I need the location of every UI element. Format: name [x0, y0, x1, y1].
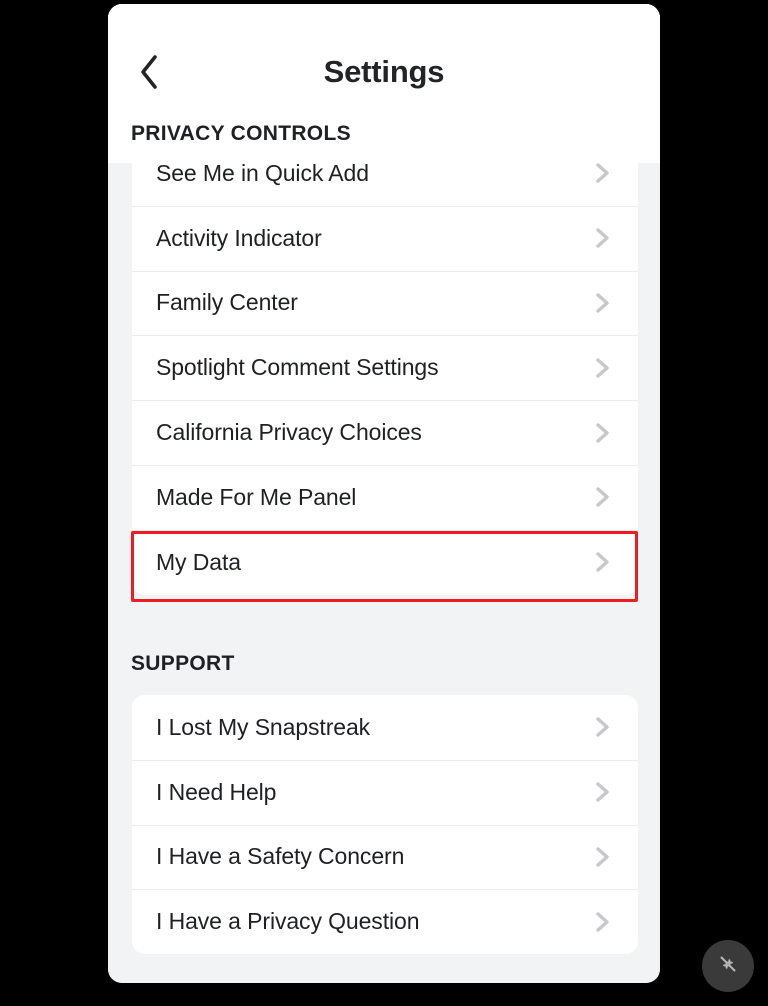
support-card: I Lost My Snapstreak I Need Help I Have …: [132, 695, 638, 955]
chevron-right-icon: [590, 225, 616, 251]
chevron-right-icon: [590, 714, 616, 740]
list-item-label: See Me in Quick Add: [156, 159, 369, 186]
chevron-right-icon: [590, 844, 616, 870]
list-item-label: Activity Indicator: [156, 224, 322, 251]
list-item-i-have-a-privacy-question[interactable]: I Have a Privacy Question: [132, 889, 638, 955]
collapse-arrows-icon: [714, 950, 742, 983]
list-item-california-privacy-choices[interactable]: California Privacy Choices: [132, 400, 638, 465]
support-section-heading: SUPPORT: [131, 652, 235, 675]
app-header: Settings PRIVACY CONTROLS: [108, 4, 660, 163]
chevron-right-icon: [590, 779, 616, 805]
list-item-activity-indicator[interactable]: Activity Indicator: [132, 205, 638, 271]
page-title: Settings: [323, 54, 445, 89]
navigation-bar: Settings: [108, 4, 660, 116]
list-item-label: I Need Help: [156, 778, 277, 805]
phone-viewport: See Me in Quick Add Activity Indicator F…: [108, 4, 660, 983]
list-item-made-for-me-panel[interactable]: Made For Me Panel: [132, 464, 638, 530]
collapse-button[interactable]: [702, 940, 754, 992]
chevron-right-icon: [590, 420, 616, 446]
privacy-controls-card: See Me in Quick Add Activity Indicator F…: [132, 141, 638, 595]
list-item-label: Made For Me Panel: [156, 483, 357, 510]
list-item-label: Family Center: [156, 289, 298, 316]
list-item-label: I Have a Privacy Question: [156, 908, 420, 935]
chevron-right-icon: [590, 160, 616, 186]
list-item-label: Spotlight Comment Settings: [156, 354, 439, 381]
chevron-right-icon: [590, 355, 616, 381]
list-item-label: I Lost My Snapstreak: [156, 713, 371, 740]
list-item-family-center[interactable]: Family Center: [132, 270, 638, 336]
list-item-label: California Privacy Choices: [156, 419, 422, 446]
list-item-i-have-a-safety-concern[interactable]: I Have a Safety Concern: [132, 824, 638, 890]
chevron-right-icon: [590, 909, 616, 935]
list-item-i-lost-my-snapstreak[interactable]: I Lost My Snapstreak: [132, 695, 638, 760]
chevron-right-icon: [590, 484, 616, 510]
list-item-label: My Data: [156, 548, 241, 575]
list-item-my-data[interactable]: My Data: [132, 529, 638, 595]
chevron-right-icon: [590, 549, 616, 575]
list-item-i-need-help[interactable]: I Need Help: [132, 759, 638, 825]
list-item-label: I Have a Safety Concern: [156, 843, 405, 870]
chevron-right-icon: [590, 290, 616, 316]
list-item-spotlight-comment-settings[interactable]: Spotlight Comment Settings: [132, 335, 638, 401]
privacy-controls-section-heading: PRIVACY CONTROLS: [131, 122, 351, 145]
screen-root: See Me in Quick Add Activity Indicator F…: [0, 0, 768, 1006]
